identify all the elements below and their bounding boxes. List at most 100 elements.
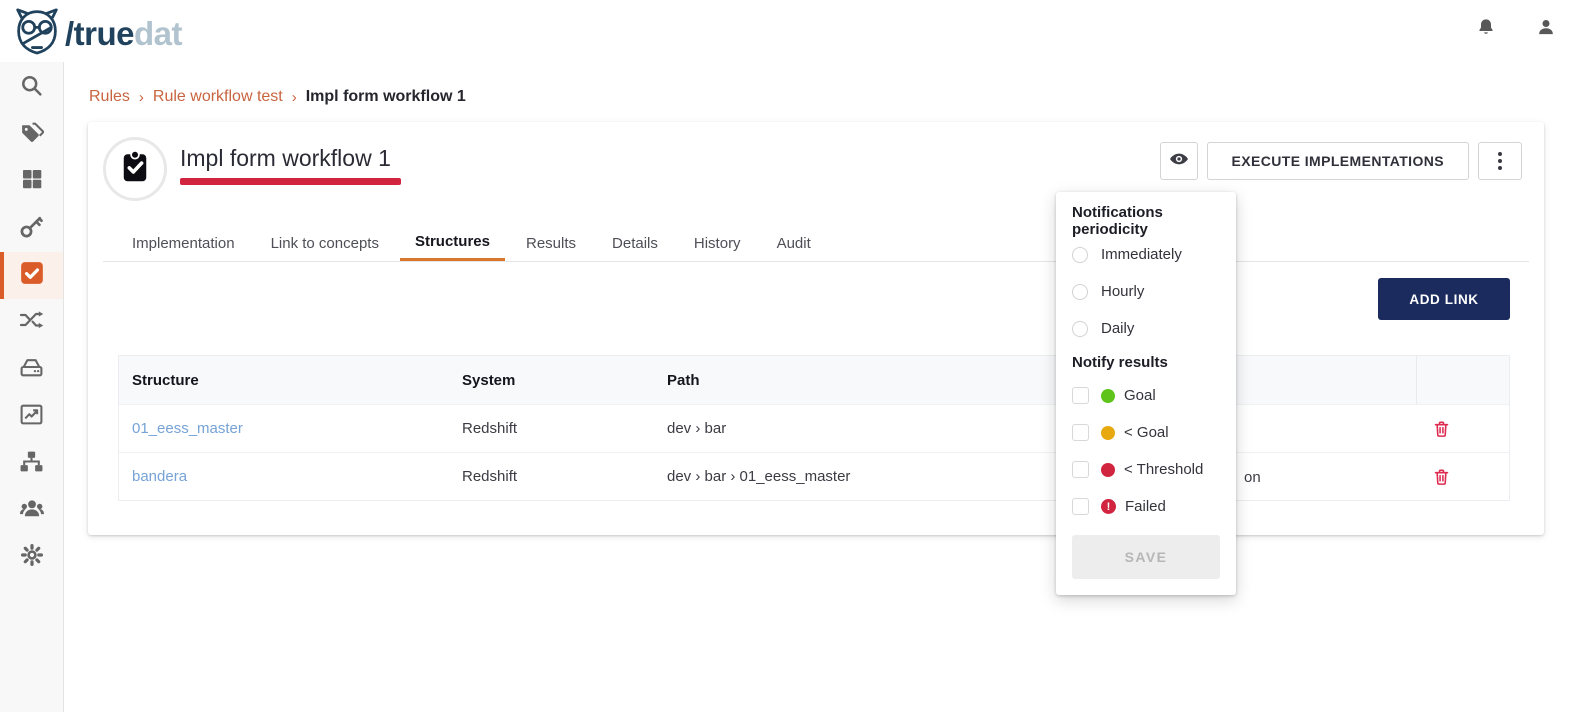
radio-icon[interactable] [1072,284,1088,300]
checkbox-icon[interactable] [1072,387,1089,404]
sidebar-nav [0,62,64,712]
sidebar-item-quality-rules[interactable] [0,252,63,299]
eye-icon [1168,148,1190,175]
breadcrumb: Rules › Rule workflow test › Impl form w… [89,88,466,106]
sidebar-item-permissions[interactable] [0,205,63,252]
path-cell: dev › bar › 01_eess_master [654,453,948,500]
radio-icon[interactable] [1072,321,1088,337]
key-icon [19,214,44,244]
more-options-button[interactable] [1478,142,1522,180]
rule-type-badge [103,137,167,201]
structure-link[interactable]: 01_eess_master [119,405,449,452]
breadcrumb-rules[interactable]: Rules [89,88,130,106]
tab-implementation[interactable]: Implementation [117,225,250,261]
system-cell: Redshift [449,453,654,500]
sidebar-item-dashboards[interactable] [0,158,63,205]
checkbox-option-failed[interactable]: ! Failed [1072,488,1220,525]
breadcrumb-separator: › [139,89,144,106]
title-underline [180,178,401,185]
checkbox-icon[interactable] [1072,424,1089,441]
check-square-icon [19,260,45,291]
bell-icon [1476,25,1496,42]
truedat-logo[interactable]: /truedat [14,7,182,60]
periodicity-title: Notifications periodicity [1072,206,1220,236]
tags-icon [19,120,44,150]
save-button[interactable]: SAVE [1072,535,1220,579]
checkbox-icon[interactable] [1072,498,1089,515]
sitemap-icon [19,449,44,479]
column-header-delete [1416,356,1509,404]
sidebar-item-lineage[interactable] [0,440,63,487]
notifications-bell-button[interactable] [1476,16,1496,43]
sidebar-item-charts[interactable] [0,393,63,440]
table-header: Structure System Path [119,356,1509,404]
path-cell: dev › bar [654,405,948,452]
below-goal-status-dot [1101,426,1115,440]
page-title: Impl form workflow 1 [180,145,391,172]
watch-button[interactable] [1160,142,1198,180]
sidebar-item-tags[interactable] [0,111,63,158]
checkbox-option-goal[interactable]: Goal [1072,377,1220,414]
sidebar-item-connections[interactable] [0,299,63,346]
checkbox-icon[interactable] [1072,461,1089,478]
trash-icon [1432,419,1451,439]
user-icon [1536,25,1556,42]
topbar-actions [1476,16,1556,43]
kebab-menu-icon [1498,152,1502,156]
radio-option-immediately[interactable]: Immediately [1072,236,1220,273]
below-threshold-status-dot [1101,463,1115,477]
tab-link-to-concepts[interactable]: Link to concepts [256,225,394,261]
goal-status-dot [1101,389,1115,403]
users-icon [19,495,45,526]
tab-results[interactable]: Results [511,225,591,261]
tab-history[interactable]: History [679,225,756,261]
structures-table: Structure System Path 01_eess_master Red… [118,355,1510,501]
failed-exclamation-icon: ! [1101,499,1116,514]
tab-details[interactable]: Details [597,225,673,261]
logo-true: true [74,15,134,52]
partially-hidden-cell-text: on [1244,453,1261,501]
checkbox-option-below-goal[interactable]: < Goal [1072,414,1220,451]
add-link-button[interactable]: ADD LINK [1378,278,1510,320]
grid-icon [20,167,44,196]
breadcrumb-rule-workflow-test[interactable]: Rule workflow test [153,88,283,106]
execute-implementations-button[interactable]: EXECUTE IMPLEMENTATIONS [1207,142,1469,180]
user-menu-button[interactable] [1536,16,1556,43]
gear-icon [20,543,44,572]
search-icon [19,73,44,103]
column-header-system: System [449,356,654,404]
tab-bar: Implementation Link to concepts Structur… [103,225,1529,262]
delete-link-button[interactable] [1432,419,1451,439]
chart-line-icon [19,402,44,432]
table-body: 01_eess_master Redshift dev › bar [119,404,1509,500]
checkbox-option-below-threshold[interactable]: < Threshold [1072,451,1220,488]
owl-logo-icon [14,7,60,60]
clipboard-check-icon [117,149,153,190]
radio-option-hourly[interactable]: Hourly [1072,273,1220,310]
shuffle-icon [19,308,44,337]
logo-dat: dat [134,15,182,52]
top-bar: /truedat [0,0,1596,62]
column-header-structure: Structure [119,356,449,404]
notifications-popup: Notifications periodicity Immediately Ho… [1056,192,1236,595]
structure-link[interactable]: bandera [119,453,449,500]
sidebar-item-users[interactable] [0,487,63,534]
trash-icon [1432,467,1451,487]
hard-drive-icon [19,355,44,385]
notify-results-title: Notify results [1072,347,1220,377]
header-actions: EXECUTE IMPLEMENTATIONS [1160,142,1522,180]
delete-link-button[interactable] [1432,467,1451,487]
tab-audit[interactable]: Audit [762,225,826,261]
tab-structures[interactable]: Structures [400,225,505,261]
sidebar-item-systems[interactable] [0,346,63,393]
sidebar-item-settings[interactable] [0,534,63,581]
logo-slash: / [65,15,74,52]
radio-icon[interactable] [1072,247,1088,263]
system-cell: Redshift [449,405,654,452]
column-header-path: Path [654,356,948,404]
rule-detail-card: Impl form workflow 1 EXECUTE IMPLEMENTAT… [88,122,1544,535]
sidebar-item-search[interactable] [0,64,63,111]
breadcrumb-current: Impl form workflow 1 [306,88,466,106]
table-row: bandera Redshift dev › bar › 01_eess_mas… [119,452,1509,500]
radio-option-daily[interactable]: Daily [1072,310,1220,347]
